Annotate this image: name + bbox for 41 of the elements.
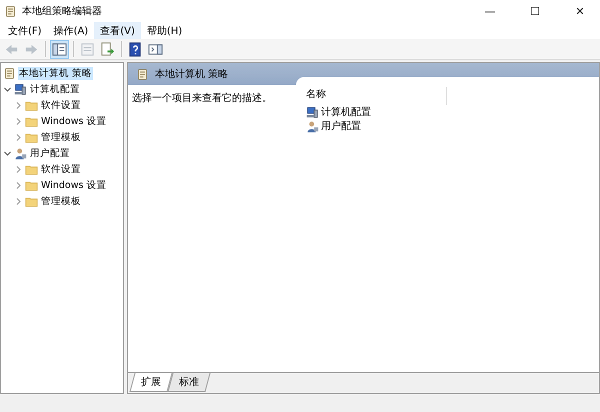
tree-item[interactable]: Windows 设置: [40, 114, 108, 128]
window-title: 本地组策略编辑器: [22, 4, 103, 18]
description-text: 选择一个项目来查看它的描述。: [132, 93, 272, 104]
tree-item[interactable]: 管理模板: [40, 194, 82, 208]
tree-item[interactable]: 软件设置: [40, 162, 82, 176]
minimize-button[interactable]: —: [470, 0, 510, 22]
pane-title: 本地计算机 策略: [155, 68, 228, 81]
export-list-icon[interactable]: [99, 40, 116, 58]
tab[interactable]: 标准: [167, 373, 211, 392]
user-icon: [14, 146, 27, 160]
chevron-right-icon[interactable]: [14, 132, 23, 142]
tree-item[interactable]: 计算机配置: [29, 82, 81, 96]
menu-item[interactable]: 操作(A): [48, 22, 94, 39]
computer-icon: [306, 106, 319, 118]
close-button[interactable]: ✕: [560, 0, 600, 22]
chevron-right-icon[interactable]: [14, 100, 23, 110]
computer-icon: [14, 82, 27, 96]
tree-item[interactable]: Windows 设置: [40, 178, 108, 192]
user-icon: [306, 120, 319, 132]
tree-item[interactable]: 软件设置: [40, 98, 82, 112]
maximize-button[interactable]: ☐: [515, 0, 555, 22]
tree-pane-icon[interactable]: [51, 40, 68, 58]
tree-item[interactable]: 用户配置: [29, 146, 71, 160]
column-header[interactable]: 名称: [296, 87, 447, 105]
chevron-right-icon[interactable]: [14, 196, 23, 206]
scroll-icon: [3, 66, 16, 80]
tab[interactable]: 扩展: [129, 373, 173, 392]
tree-item[interactable]: 本地计算机 策略: [18, 66, 94, 80]
list-item[interactable]: 计算机配置: [321, 105, 371, 119]
menu-item[interactable]: 文件(F): [2, 22, 48, 39]
tree-item[interactable]: 管理模板: [40, 130, 82, 144]
chevron-down-icon[interactable]: [3, 84, 12, 94]
list-item[interactable]: 用户配置: [321, 119, 361, 133]
chevron-down-icon[interactable]: [3, 148, 12, 158]
scroll-icon: [4, 4, 17, 18]
chevron-right-icon[interactable]: [14, 116, 23, 126]
menu-item[interactable]: 查看(V): [94, 22, 141, 39]
chevron-right-icon[interactable]: [14, 180, 23, 190]
menu-item[interactable]: 帮助(H): [140, 22, 188, 39]
scroll-icon: [136, 68, 149, 80]
chevron-right-icon[interactable]: [14, 164, 23, 174]
